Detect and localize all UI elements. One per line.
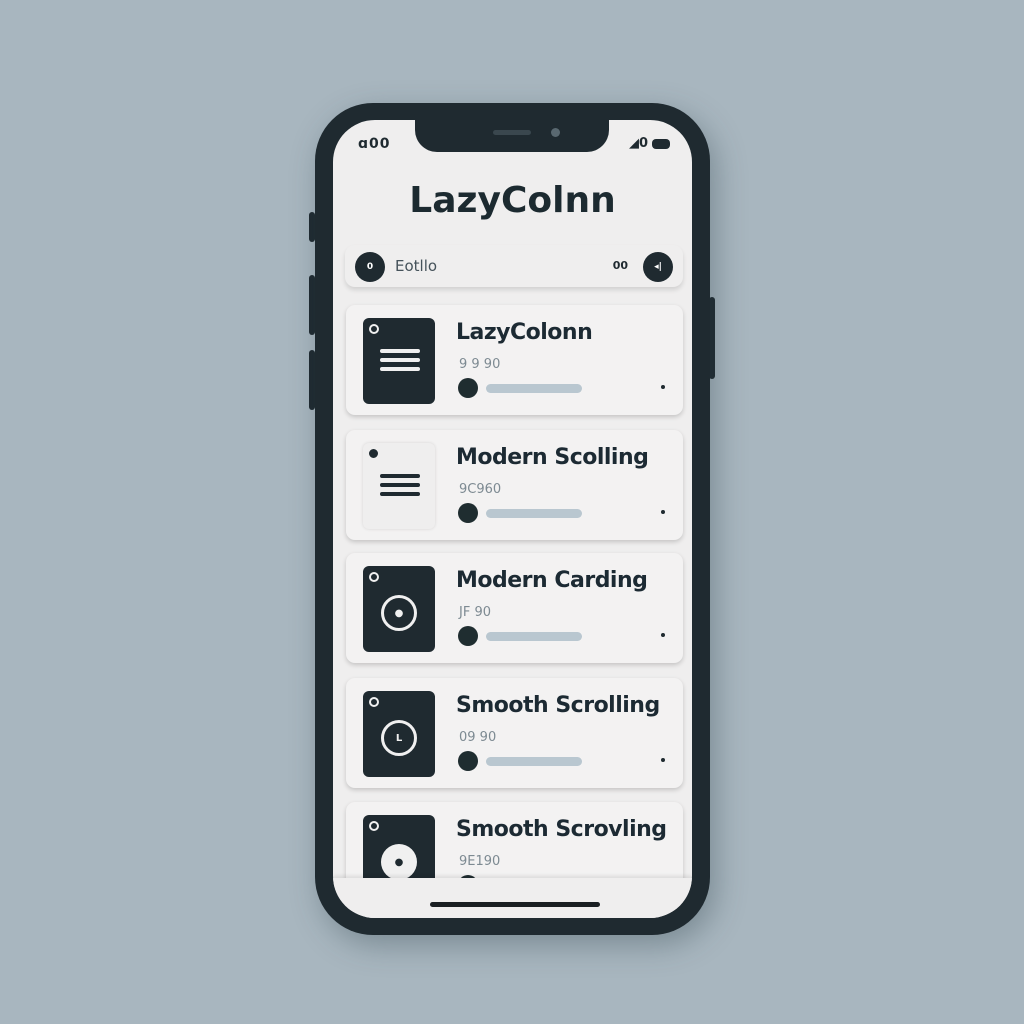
signal-icon: ◢0 [628, 136, 648, 151]
audio-button[interactable]: ◂| [643, 252, 673, 282]
card-subtitle: 9E190 [459, 854, 501, 869]
slider-track[interactable] [486, 384, 582, 393]
card-subtitle: 9 9 90 [459, 357, 501, 372]
status-right: ◢0 [629, 136, 670, 151]
speaker [493, 130, 531, 135]
dot-icon [369, 821, 379, 831]
slider-knob[interactable] [458, 378, 478, 398]
menu-icon [363, 443, 435, 529]
slider-track[interactable] [486, 509, 582, 518]
slider-knob[interactable] [458, 751, 478, 771]
menu-lines [380, 349, 420, 376]
card-title: Modern Carding [456, 568, 648, 593]
list-item[interactable]: LazyColonn 9 9 90 [346, 305, 683, 415]
slider-knob[interactable] [458, 503, 478, 523]
search-input[interactable]: Eotllo [395, 257, 437, 275]
dot-icon [369, 449, 378, 458]
dot-icon [369, 572, 379, 582]
more-icon[interactable] [661, 510, 665, 514]
dot-icon [369, 697, 379, 707]
list-item[interactable]: Modern Scolling 9C960 [346, 430, 683, 540]
battery-icon [652, 138, 670, 149]
clock-icon: L [363, 691, 435, 777]
record-ring: ● [381, 595, 417, 631]
card-subtitle: 9C960 [459, 482, 502, 497]
button-glyph: ◂| [654, 262, 662, 272]
card-title: LazyColonn [456, 320, 593, 345]
slider-knob[interactable] [458, 626, 478, 646]
slider-track[interactable] [486, 632, 582, 641]
menu-button[interactable]: 0 [355, 252, 385, 282]
more-icon[interactable] [661, 633, 665, 637]
card-subtitle: 09 90 [459, 730, 497, 745]
menu-icon [363, 318, 435, 404]
search-extra: 00 [612, 259, 628, 272]
menu-lines [380, 474, 420, 501]
page-title: LazyColnn [409, 180, 616, 221]
more-icon[interactable] [661, 385, 665, 389]
card-subtitle: JF 90 [459, 605, 491, 620]
dot-icon [369, 324, 379, 334]
more-icon[interactable] [661, 758, 665, 762]
clock-ring: L [381, 720, 417, 756]
record-ring: ● [381, 844, 417, 880]
camera [551, 128, 560, 137]
list-item[interactable]: L Smooth Scrolling 09 90 [346, 678, 683, 788]
status-left: ɑ00 [358, 136, 391, 152]
card-title: Smooth Scrovling [456, 817, 667, 842]
record-icon: ● [363, 566, 435, 652]
slider-track[interactable] [486, 757, 582, 766]
phone-screen: ɑ00 ◢0 LazyColnn 0 Eotllo 00 ◂| LazyColo… [333, 120, 692, 918]
card-title: Smooth Scrolling [456, 693, 660, 718]
home-indicator[interactable] [430, 902, 600, 907]
list-item[interactable]: ● Modern Carding JF 90 [346, 553, 683, 663]
notch [415, 120, 609, 152]
bottom-bar [333, 878, 692, 918]
search-bar[interactable]: 0 Eotllo 00 ◂| [345, 245, 683, 287]
button-glyph: 0 [366, 262, 374, 272]
card-title: Modern Scolling [456, 445, 649, 470]
